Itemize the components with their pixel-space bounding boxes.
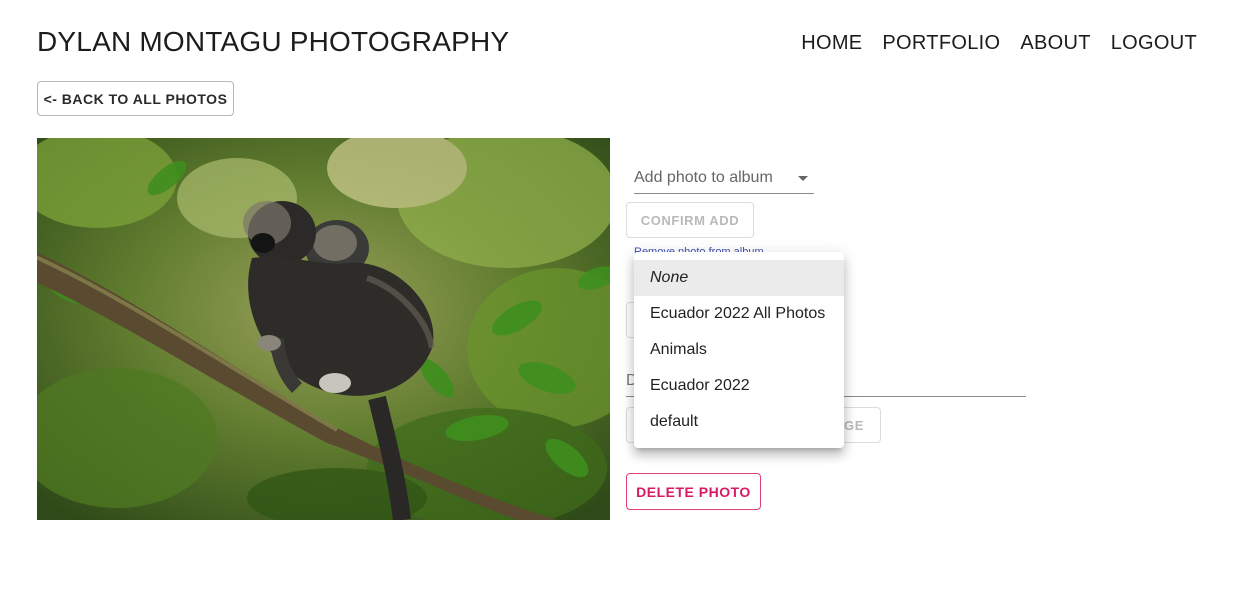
nav-about[interactable]: ABOUT xyxy=(1020,32,1090,55)
monkey-photo-illustration xyxy=(37,138,610,520)
add-to-album-select[interactable]: Add photo to album xyxy=(634,161,814,194)
change-description-label: GE xyxy=(844,418,864,433)
nav-home[interactable]: HOME xyxy=(801,32,862,55)
photo-image xyxy=(37,138,610,520)
album-option-default[interactable]: default xyxy=(634,404,844,440)
chevron-down-icon xyxy=(798,176,808,181)
delete-photo-button[interactable]: DELETE PHOTO xyxy=(626,473,761,510)
site-brand[interactable]: DYLAN MONTAGU PHOTOGRAPHY xyxy=(37,26,509,58)
album-option-none[interactable]: None xyxy=(634,260,844,296)
page: DYLAN MONTAGU PHOTOGRAPHY HOME PORTFOLIO… xyxy=(0,0,1233,605)
nav-portfolio[interactable]: PORTFOLIO xyxy=(882,32,1000,55)
nav-logout[interactable]: LOGOUT xyxy=(1111,32,1197,55)
back-to-all-photos-button[interactable]: <- BACK TO ALL PHOTOS xyxy=(37,81,234,116)
album-select-placeholder: Add photo to album xyxy=(634,169,773,186)
main-nav: HOME PORTFOLIO ABOUT LOGOUT xyxy=(801,32,1197,55)
album-options-menu: None Ecuador 2022 All Photos Animals Ecu… xyxy=(634,252,844,448)
album-option-ecuador-2022-all-photos[interactable]: Ecuador 2022 All Photos xyxy=(634,296,844,332)
album-option-animals[interactable]: Animals xyxy=(634,332,844,368)
album-option-ecuador-2022[interactable]: Ecuador 2022 xyxy=(634,368,844,404)
confirm-add-button[interactable]: CONFIRM ADD xyxy=(626,202,754,238)
